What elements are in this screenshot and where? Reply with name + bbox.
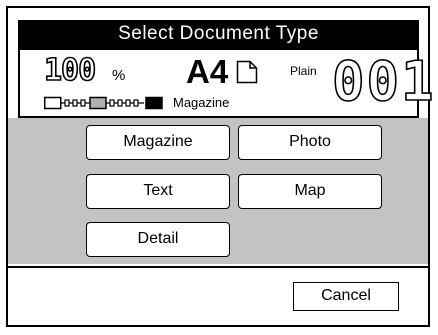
zoom-unit: %: [112, 67, 126, 84]
map-button[interactable]: Map: [238, 174, 382, 209]
text-button[interactable]: Text: [86, 174, 230, 209]
cancel-button[interactable]: Cancel: [293, 282, 399, 311]
status-display: 100 % A4 Plain 001 Magazine: [18, 48, 434, 118]
copy-counter: 001: [331, 50, 436, 113]
mode-label: Magazine: [173, 95, 230, 110]
detail-button[interactable]: Detail: [86, 222, 230, 257]
magazine-button[interactable]: Magazine: [86, 125, 230, 160]
zoom-value: 100: [43, 53, 97, 88]
dialog-title: Select Document Type: [18, 20, 419, 48]
paper-type: Plain: [290, 64, 317, 78]
scale-bar-icon: [44, 96, 166, 115]
paper-size: A4: [186, 53, 229, 90]
paper-sheet-icon: [236, 60, 258, 89]
dialog-footer: Cancel: [8, 266, 428, 322]
photo-button[interactable]: Photo: [238, 125, 382, 160]
document-type-panel: Magazine Photo Text Map Detail: [8, 118, 428, 264]
